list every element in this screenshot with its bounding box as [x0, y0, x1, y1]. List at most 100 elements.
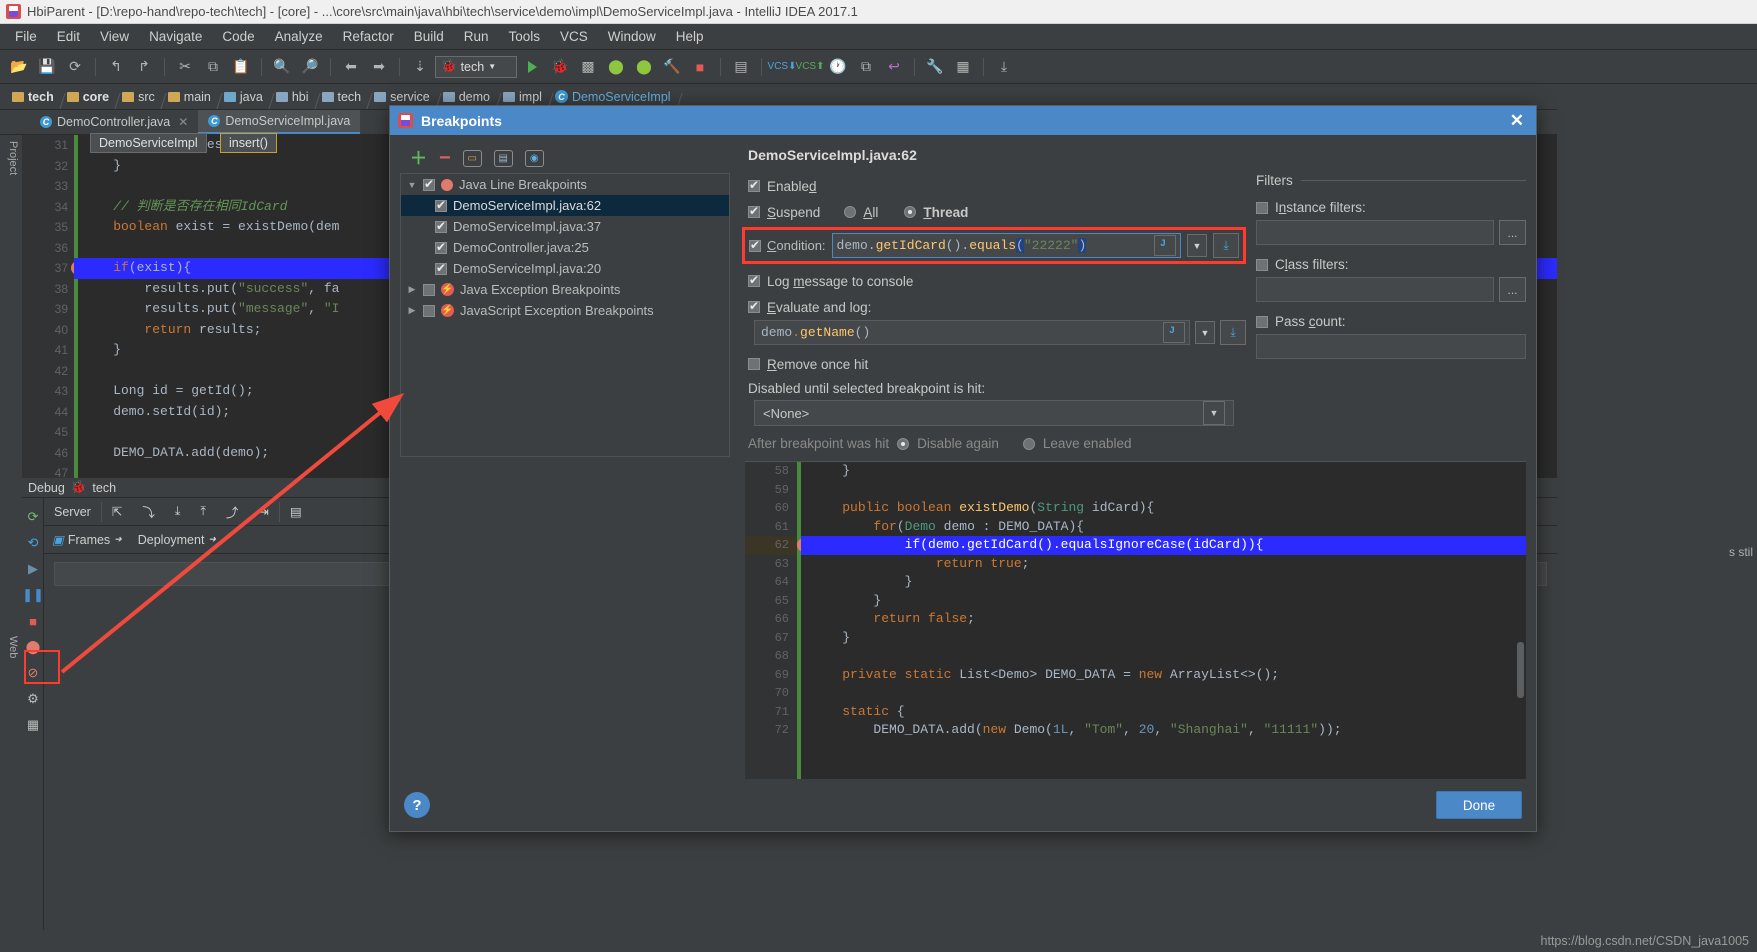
breadcrumb-item-tech[interactable]: tech — [8, 90, 63, 104]
profile-icon[interactable]: ⬤ — [603, 55, 629, 79]
suspend-row[interactable]: Suspend All Thread — [742, 199, 1246, 225]
condition-expand-button[interactable]: ⤓ — [1213, 233, 1239, 258]
instance-filters-input[interactable] — [1256, 220, 1494, 245]
instance-filters-browse-button[interactable]: ... — [1499, 220, 1526, 245]
checkbox-icon[interactable] — [435, 198, 447, 212]
download-icon[interactable]: ⤓ — [991, 55, 1017, 79]
tab-frames[interactable]: ▣ Frames ➜ — [44, 532, 130, 548]
radio-suspend-thread[interactable] — [904, 206, 917, 218]
replace-icon[interactable]: 🔎 — [297, 55, 323, 79]
stop-icon[interactable]: ■ — [687, 55, 713, 79]
log-message-row[interactable]: Log message to console — [742, 268, 1246, 294]
debug-icon[interactable]: 🐞 — [547, 55, 573, 79]
menu-item-analyze[interactable]: Analyze — [266, 26, 332, 47]
group-by-class-icon[interactable]: ◉ — [524, 149, 544, 167]
breadcrumb-item-java[interactable]: java — [220, 90, 272, 104]
attach-icon[interactable]: ▤ — [728, 55, 754, 79]
breadcrumb-item-main[interactable]: main — [164, 90, 220, 104]
condition-editor-icon[interactable] — [1154, 234, 1176, 257]
checkbox-icon[interactable] — [435, 240, 447, 254]
chevron-right-icon[interactable]: ▶ — [407, 284, 417, 295]
class-filters-row[interactable]: Class filters: — [1256, 257, 1526, 272]
preview-gutter-line-breakpoint[interactable]: 62 ✓ — [745, 536, 811, 555]
show-execution-point-icon[interactable]: ⇱ — [102, 504, 132, 519]
sidebar-item-project[interactable]: Project — [4, 135, 22, 315]
checkbox-icon[interactable] — [423, 177, 435, 191]
java-expression-icon[interactable] — [1154, 235, 1176, 256]
menu-item-view[interactable]: View — [91, 26, 138, 47]
run-configuration-selector[interactable]: 🐞 tech ▼ — [435, 55, 517, 78]
evaluate-expression-icon[interactable]: ▤ — [280, 504, 312, 519]
checkbox-icon[interactable] — [748, 358, 760, 370]
checkbox-icon[interactable] — [435, 219, 447, 233]
menu-item-help[interactable]: Help — [667, 26, 713, 47]
coverage-icon[interactable]: ▩ — [575, 55, 601, 79]
open-folder-icon[interactable]: 📂 — [6, 55, 32, 79]
tab-democontroller[interactable]: C DemoController.java ✕ — [30, 110, 198, 134]
condition-history-dropdown[interactable]: ▼ — [1187, 234, 1207, 257]
instance-filters-row[interactable]: Instance filters: — [1256, 200, 1526, 215]
java-expression-icon[interactable] — [1163, 322, 1185, 343]
menu-item-edit[interactable]: Edit — [48, 26, 89, 47]
class-filters-input[interactable] — [1256, 277, 1494, 302]
settings-icon[interactable]: 🔧 — [922, 55, 948, 79]
pause-icon[interactable]: ❚❚ — [22, 582, 44, 608]
menu-item-tools[interactable]: Tools — [500, 26, 550, 47]
revert-icon[interactable]: ↩ — [881, 55, 907, 79]
copy-icon[interactable]: ⧉ — [200, 55, 226, 79]
tab-deployment[interactable]: Deployment ➜ — [130, 533, 224, 547]
tree-item-breakpoint-62[interactable]: DemoServiceImpl.java:62 — [401, 195, 729, 216]
checkbox-icon[interactable] — [748, 204, 760, 218]
preview-scrollbar[interactable] — [1517, 642, 1524, 698]
project-structure-icon[interactable]: ▦ — [950, 55, 976, 79]
breadcrumb-item-tech2[interactable]: tech — [318, 90, 371, 104]
breadcrumb-item-hbi[interactable]: hbi — [272, 90, 318, 104]
checkbox-icon[interactable] — [435, 261, 447, 275]
step-over-icon[interactable]: ⤵ — [132, 502, 165, 521]
sync-icon[interactable]: ⟳ — [62, 55, 88, 79]
sidebar-item-jrebel[interactable]: JRebel — [0, 630, 4, 930]
sidebar-item-web[interactable]: Web — [4, 630, 22, 930]
refresh-icon[interactable]: ⟲ — [22, 530, 44, 556]
settings-icon[interactable]: ⚙ — [22, 686, 44, 712]
radio-leave-enabled[interactable] — [1022, 437, 1035, 450]
compare-icon[interactable]: ⧉ — [853, 55, 879, 79]
breadcrumb-item-demo[interactable]: demo — [439, 90, 499, 104]
evaluate-input[interactable]: demo.getName() — [754, 320, 1190, 345]
run-to-cursor-icon[interactable]: ⇥ — [248, 504, 278, 519]
menu-item-code[interactable]: Code — [213, 26, 263, 47]
rerun-debug-icon[interactable]: ⟳ — [22, 504, 44, 530]
layout-icon[interactable]: ▦ — [22, 712, 44, 738]
debug-server-tab[interactable]: Server — [44, 505, 101, 519]
menu-item-refactor[interactable]: Refactor — [334, 26, 403, 47]
group-by-file-icon[interactable]: ▤ — [493, 149, 513, 167]
preview-gutter[interactable]: 58 59 60 61 62 ✓ 63 64 65 66 67 68 69 70… — [745, 462, 811, 779]
checkbox-icon[interactable] — [749, 238, 761, 252]
chevron-right-icon[interactable]: ▶ — [407, 305, 417, 316]
pass-count-input[interactable] — [1256, 334, 1526, 359]
menu-item-build[interactable]: Build — [405, 26, 453, 47]
checkbox-icon[interactable] — [1256, 258, 1268, 271]
tree-group-java-line-breakpoints[interactable]: ▼ Java Line Breakpoints — [401, 174, 729, 195]
sort-icon[interactable]: ⇣ — [407, 55, 433, 79]
breakpoints-dialog[interactable]: Breakpoints ✕ ＋ − ▭ ▤ ◉ ▼ Java — [389, 105, 1537, 832]
redo-icon[interactable]: ↱ — [131, 55, 157, 79]
radio-suspend-all[interactable] — [844, 206, 857, 218]
save-all-icon[interactable]: 💾 — [34, 55, 60, 79]
breadcrumb-item-impl[interactable]: impl — [499, 90, 551, 104]
paste-icon[interactable]: 📋 — [228, 55, 254, 79]
add-breakpoint-icon[interactable]: ＋ — [410, 150, 427, 167]
preview-code-area[interactable]: } public boolean existDemo(String idCard… — [801, 462, 1526, 779]
resume-icon[interactable]: ▶ — [22, 556, 44, 582]
checkbox-icon[interactable] — [1256, 201, 1268, 214]
radio-disable-again[interactable] — [897, 437, 910, 450]
disabled-until-combo[interactable]: <None> ▼ — [754, 400, 1234, 426]
group-by-folder-icon[interactable]: ▭ — [462, 149, 482, 167]
forward-icon[interactable]: ➡ — [366, 55, 392, 79]
menu-item-navigate[interactable]: Navigate — [140, 26, 211, 47]
close-icon[interactable]: ✕ — [1506, 112, 1528, 129]
breadcrumb-item-core[interactable]: core — [63, 90, 118, 104]
vcs-update-icon[interactable]: VCS⬇ — [768, 55, 797, 79]
rerun-icon[interactable]: ⬤ — [631, 55, 657, 79]
remove-breakpoint-icon[interactable]: − — [439, 148, 451, 168]
